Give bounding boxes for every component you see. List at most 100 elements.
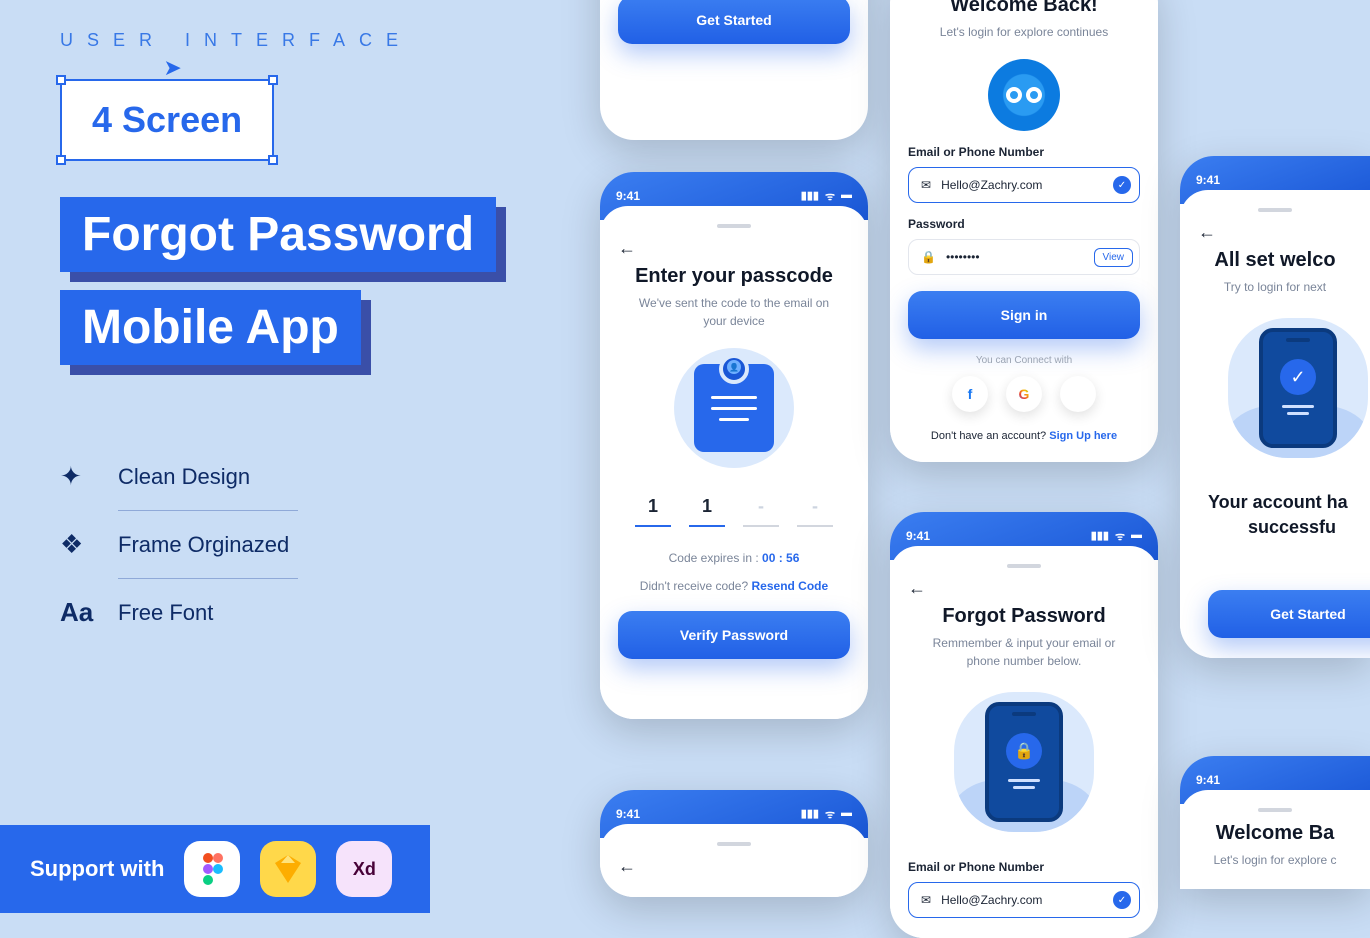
feature-label: Clean Design (118, 464, 250, 490)
phone-passcode-partial: 9:41 ▮▮▮ ᯤ ▬ ← (600, 790, 868, 897)
phone-welcome-partial: 9:41 Welcome Ba Let's login for explore … (1180, 756, 1370, 889)
drag-handle (1258, 808, 1292, 812)
app-logo (988, 59, 1060, 131)
status-time: 9:41 (906, 529, 930, 543)
signup-link[interactable]: Sign Up here (1049, 430, 1117, 442)
email-value: Hello@Zachry.com (941, 893, 1042, 907)
feature-item: ❖ Frame Orginazed (60, 511, 510, 578)
feature-item: Aa Free Font (60, 579, 510, 646)
signin-button[interactable]: Sign in (908, 291, 1140, 339)
password-input[interactable]: 🔒 •••••••• View (908, 239, 1140, 275)
back-button[interactable]: ← (618, 856, 850, 877)
infinity-icon (1006, 87, 1042, 103)
success-subtitle: Try to login for next (1198, 278, 1352, 296)
battery-icon: ▬ (841, 807, 852, 822)
screen-count-badge: ➤ 4 Screen (60, 79, 274, 161)
code-digit[interactable]: - (797, 496, 833, 527)
mail-icon: ✉ (921, 893, 931, 907)
layers-icon: ❖ (60, 529, 96, 560)
forgot-illustration: 🔒 (954, 692, 1094, 832)
email-label: Email or Phone Number (908, 145, 1140, 159)
expire-text: Code expires in : 00 : 56 (618, 549, 850, 567)
figma-icon (184, 841, 240, 897)
lock-icon: 🔒 (921, 250, 936, 264)
sparkle-icon: ✦ (60, 461, 96, 492)
kicker-text: USER INTERFACE (60, 30, 510, 51)
wifi-icon: ᯤ (825, 189, 835, 204)
font-icon: Aa (60, 597, 96, 628)
resend-link[interactable]: Resend Code (752, 579, 829, 593)
status-icons: ▮▮▮ ᯤ ▬ (801, 189, 852, 204)
xd-icon: Xd (336, 841, 392, 897)
status-time: 9:41 (1196, 773, 1220, 787)
title-line-1: Forgot Password (60, 197, 496, 272)
phone-forgot: 9:41 ▮▮▮ᯤ▬ ← Forgot Password Remmember &… (890, 512, 1158, 938)
welcome-subtitle: Let's login for explore c (1198, 851, 1352, 869)
password-value: •••••••• (946, 250, 980, 264)
status-icons: ▮▮▮ ᯤ ▬ (1091, 529, 1142, 544)
resend-row: Didn't receive code? Resend Code (618, 577, 850, 595)
support-bar: Support with Xd (0, 825, 430, 913)
success-illustration: ✓ (1228, 318, 1368, 458)
phones-area: Get Started 9:41 ▮▮▮ ᯤ ▬ ← Enter your pass… (590, 0, 1370, 913)
wifi-icon: ᯤ (825, 807, 835, 822)
signal-icon: ▮▮▮ (801, 189, 819, 204)
email-label: Email or Phone Number (908, 860, 1140, 874)
success-msg-1: Your account ha (1198, 490, 1352, 515)
signal-icon: ▮▮▮ (1091, 529, 1109, 544)
promo-panel: USER INTERFACE ➤ 4 Screen Forgot Passwor… (0, 0, 570, 913)
phone-check-icon: ✓ (1259, 328, 1337, 448)
phone-welcome: Welcome Back! Let's login for explore co… (890, 0, 1158, 462)
status-time: 9:41 (616, 189, 640, 203)
drag-handle (1258, 208, 1292, 212)
phone-getstarted: Get Started (600, 0, 868, 140)
battery-icon: ▬ (1131, 529, 1142, 544)
check-icon: ✓ (1280, 359, 1316, 395)
get-started-button[interactable]: Get Started (1208, 590, 1370, 638)
back-button[interactable]: ← (618, 238, 850, 259)
success-msg-2: successfu (1198, 515, 1352, 540)
google-button[interactable]: G (1006, 376, 1042, 412)
social-row: f G (908, 376, 1140, 412)
code-digit[interactable]: 1 (689, 496, 725, 527)
verify-button[interactable]: Verify Password (618, 611, 850, 659)
selection-handle (56, 75, 66, 85)
password-label: Password (908, 217, 1140, 231)
apple-button[interactable] (1060, 376, 1096, 412)
feature-label: Frame Orginazed (118, 532, 289, 558)
code-digit[interactable]: - (743, 496, 779, 527)
battery-icon: ▬ (841, 189, 852, 204)
feature-item: ✦ Clean Design (60, 443, 510, 510)
get-started-button[interactable]: Get Started (618, 0, 850, 44)
email-input[interactable]: ✉Hello@Zachry.com✓ (908, 167, 1140, 203)
check-icon: ✓ (1113, 891, 1131, 909)
status-icons: ▮▮▮ ᯤ ▬ (801, 807, 852, 822)
signup-footer: Don't have an account? Sign Up here (908, 430, 1140, 442)
cursor-icon: ➤ (163, 55, 181, 81)
feature-label: Free Font (118, 600, 213, 626)
drag-handle (717, 842, 751, 846)
forgot-subtitle: Remmember & input your email or phone nu… (908, 634, 1140, 670)
lock-icon: 🔒 (1006, 733, 1042, 769)
status-time: 9:41 (616, 807, 640, 821)
signal-icon: ▮▮▮ (801, 807, 819, 822)
selection-handle (268, 155, 278, 165)
code-digit[interactable]: 1 (635, 496, 671, 527)
view-toggle[interactable]: View (1094, 248, 1134, 267)
facebook-button[interactable]: f (952, 376, 988, 412)
phone-passcode: 9:41 ▮▮▮ᯤ▬ ← Enter your passcode We've s… (600, 172, 868, 719)
code-input-row[interactable]: 1 1 - - (618, 496, 850, 527)
wifi-icon: ᯤ (1115, 529, 1125, 544)
phone-lock-icon: 🔒 (985, 702, 1063, 822)
clipboard-icon: 👤 (694, 364, 774, 452)
drag-handle (1007, 564, 1041, 568)
passcode-title: Enter your passcode (618, 265, 850, 288)
back-button[interactable]: ← (1198, 222, 1352, 243)
success-title: All set welco (1198, 249, 1352, 272)
back-button[interactable]: ← (908, 578, 1140, 599)
email-value: Hello@Zachry.com (941, 178, 1042, 192)
selection-handle (268, 75, 278, 85)
person-icon: 👤 (727, 360, 741, 374)
selection-handle (56, 155, 66, 165)
feature-list: ✦ Clean Design ❖ Frame Orginazed Aa Free Fo… (60, 443, 510, 646)
